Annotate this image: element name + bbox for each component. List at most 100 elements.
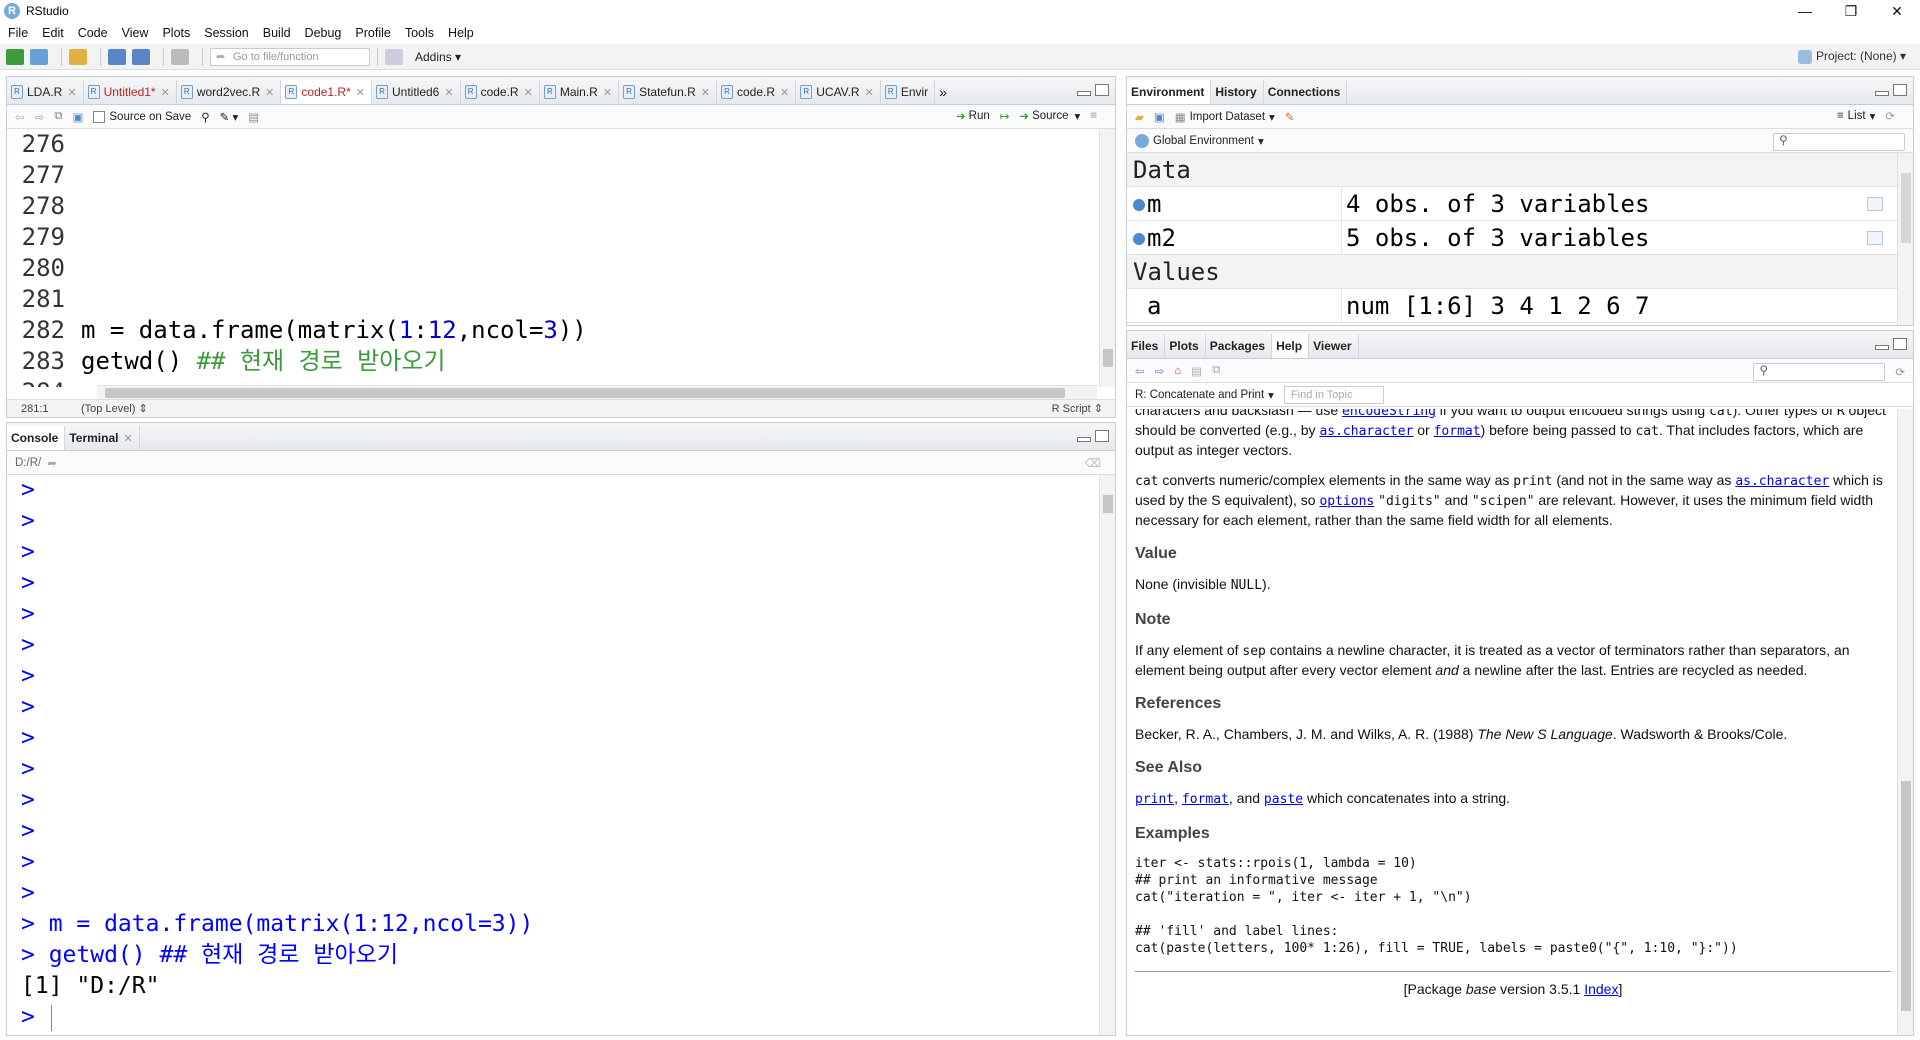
pane-layout-icon[interactable] (385, 48, 403, 65)
maximize-pane-icon[interactable] (1095, 84, 1109, 96)
clear-console-icon[interactable]: ⌫ (1085, 456, 1101, 470)
environment-search-input[interactable] (1773, 133, 1905, 151)
env-value-row[interactable]: a num [1:6] 3 4 1 2 6 7 (1127, 289, 1897, 323)
filetype-selector[interactable]: R Script ⇕ (1052, 402, 1103, 415)
close-tab-icon[interactable]: ✕ (161, 86, 170, 99)
maximize-pane-icon[interactable] (1893, 338, 1907, 350)
save-all-icon[interactable] (132, 48, 150, 65)
close-tab-icon[interactable]: ✕ (67, 86, 76, 99)
minimize-pane-icon[interactable] (1875, 91, 1889, 96)
editor-tab[interactable]: R Untitled6 ✕ (372, 80, 461, 104)
scrollbar-thumb[interactable] (105, 388, 1065, 398)
checkbox-icon[interactable] (93, 110, 106, 123)
tab-history[interactable]: History (1211, 80, 1264, 104)
tab-terminal[interactable]: Terminal ✕ (65, 426, 140, 450)
tab-help[interactable]: Help (1272, 334, 1310, 358)
console-prompt[interactable]: > (21, 1002, 1097, 1033)
scope-selector[interactable]: (Top Level) ⇕ (81, 402, 148, 415)
maximize-pane-icon[interactable] (1095, 430, 1109, 442)
open-file-icon[interactable] (69, 48, 87, 65)
menu-build[interactable]: Build (263, 26, 291, 40)
editor-tab[interactable]: R Untitled1* ✕ (84, 80, 177, 104)
minimize-pane-icon[interactable] (1875, 345, 1889, 350)
close-tab-icon[interactable]: ✕ (265, 86, 274, 99)
scope-selector[interactable]: Global Environment ▾ (1135, 133, 1264, 148)
tab-viewer[interactable]: Viewer (1309, 334, 1359, 358)
editor-vertical-scrollbar[interactable] (1099, 129, 1115, 387)
close-tab-icon[interactable]: ✕ (865, 86, 874, 99)
new-file-icon[interactable] (6, 48, 24, 65)
close-tab-icon[interactable]: ✕ (524, 86, 533, 99)
editor-tab[interactable]: R Main.R ✕ (540, 80, 620, 104)
view-data-icon[interactable] (1867, 231, 1883, 245)
maximize-button[interactable]: ❐ (1828, 0, 1874, 22)
menu-debug[interactable]: Debug (305, 26, 342, 40)
find-in-topic-input[interactable]: Find in Topic (1283, 385, 1384, 404)
index-link[interactable]: Index (1584, 981, 1618, 997)
tab-environment[interactable]: Environment (1127, 80, 1212, 104)
code-editor[interactable]: 276 277 278 279 280 281 282 m = data.fram… (15, 129, 1097, 387)
environment-vertical-scrollbar[interactable] (1897, 153, 1913, 325)
menu-help[interactable]: Help (448, 26, 474, 40)
list-view-button[interactable]: ≡ List ▾ (1837, 109, 1875, 123)
close-tab-icon[interactable]: ✕ (123, 432, 132, 445)
console-output[interactable]: > > > > > > > > > > > > > > > m = data.frame(matrix(1… (7, 475, 1097, 1035)
find-replace-icon[interactable]: ⚲ (201, 110, 209, 124)
source-on-save-checkbox[interactable]: Source on Save (93, 110, 191, 123)
code-tools-icon[interactable]: ✎ ▾ (220, 110, 239, 124)
scrollbar-thumb[interactable] (1901, 781, 1911, 1011)
home-icon[interactable]: ⌂ (1174, 365, 1181, 377)
menu-code[interactable]: Code (78, 26, 108, 40)
help-link[interactable]: as.character (1735, 474, 1829, 489)
source-button[interactable]: ➜ Source ▾ (1019, 109, 1080, 123)
help-link[interactable]: as.character (1319, 424, 1413, 439)
chevron-down-icon[interactable]: ▾ (1075, 109, 1081, 123)
menu-edit[interactable]: Edit (42, 26, 64, 40)
goto-file-input[interactable]: Go to file/function (210, 47, 370, 66)
load-workspace-icon[interactable]: ▰ (1135, 110, 1144, 124)
close-tab-icon[interactable]: ✕ (701, 86, 710, 99)
refresh-icon[interactable]: ⟳ (1895, 365, 1905, 379)
editor-tab[interactable]: R Envir (881, 80, 936, 104)
help-link[interactable]: print (1135, 792, 1174, 807)
show-in-window-icon[interactable]: ⧉ (54, 110, 62, 123)
forward-icon[interactable]: ⇨ (35, 110, 45, 124)
more-tabs-icon[interactable]: » (939, 84, 947, 100)
outline-icon[interactable]: ≡ (1090, 110, 1097, 122)
back-icon[interactable]: ⇦ (15, 110, 25, 124)
close-button[interactable]: ✕ (1874, 0, 1920, 22)
env-data-row[interactable]: m2 5 obs. of 3 variables (1127, 221, 1897, 255)
compile-report-icon[interactable]: ▤ (248, 110, 259, 124)
editor-horizontal-scrollbar[interactable] (97, 385, 1097, 399)
scrollbar-thumb[interactable] (1103, 349, 1113, 367)
show-in-window-icon[interactable]: ⧉ (1212, 364, 1220, 377)
menu-plots[interactable]: Plots (162, 26, 190, 40)
save-file-icon[interactable]: ▣ (73, 110, 84, 124)
tab-console[interactable]: Console (7, 426, 66, 450)
help-vertical-scrollbar[interactable] (1897, 409, 1913, 1035)
tab-files[interactable]: Files (1127, 334, 1166, 358)
project-menu[interactable]: Project: (None) ▾ (1797, 49, 1906, 64)
view-data-icon[interactable] (1867, 197, 1883, 211)
help-link[interactable]: paste (1264, 792, 1303, 807)
menu-file[interactable]: File (8, 26, 28, 40)
editor-tab[interactable]: R UCAV.R ✕ (796, 80, 881, 104)
help-link[interactable]: format (1434, 424, 1481, 439)
editor-tab-active[interactable]: Rcode1.R* ✕ (281, 80, 372, 104)
rerun-button[interactable]: ↦ (1000, 109, 1010, 123)
scrollbar-thumb[interactable] (1901, 173, 1911, 243)
import-dataset-button[interactable]: ▦ Import Dataset ▾ (1175, 110, 1275, 124)
help-link[interactable]: encodeString (1342, 409, 1436, 419)
addins-menu[interactable]: Addins ▾ (415, 50, 461, 64)
console-vertical-scrollbar[interactable] (1099, 475, 1115, 1035)
help-search-input[interactable] (1753, 363, 1886, 381)
maximize-pane-icon[interactable] (1893, 84, 1907, 96)
scrollbar-thumb[interactable] (1103, 495, 1113, 513)
editor-tab[interactable]: R Statefun.R ✕ (619, 80, 717, 104)
expand-icon[interactable] (1133, 199, 1145, 211)
close-tab-icon[interactable]: ✕ (444, 86, 453, 99)
editor-tab[interactable]: R LDA.R ✕ (7, 80, 84, 104)
expand-icon[interactable] (1133, 233, 1145, 245)
minimize-button[interactable]: — (1782, 0, 1828, 22)
tab-connections[interactable]: Connections (1264, 80, 1348, 104)
